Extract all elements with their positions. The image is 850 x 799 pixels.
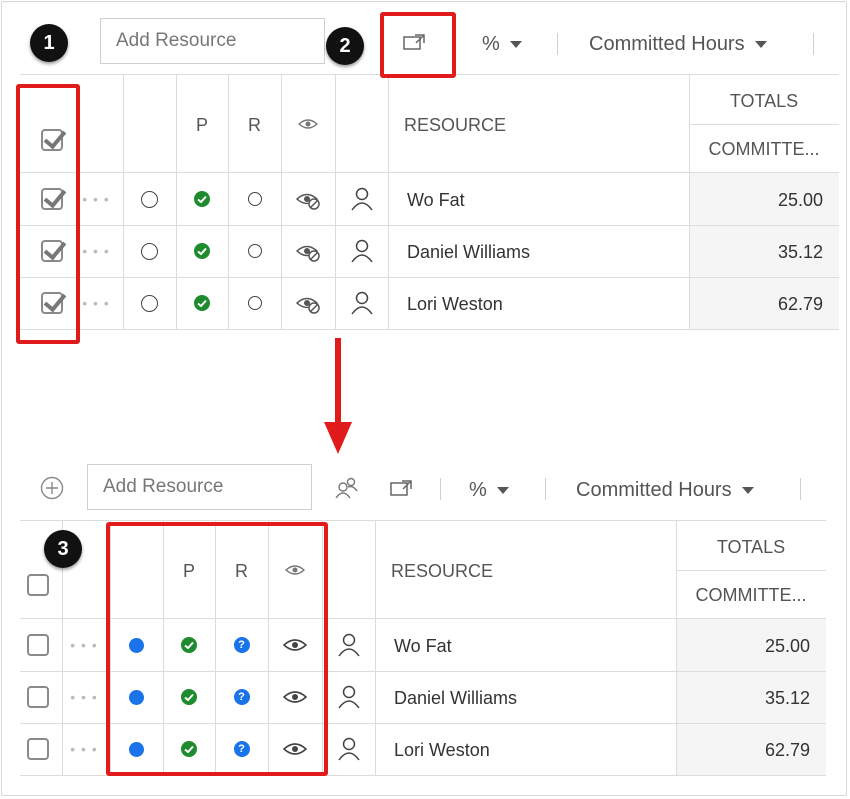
column-header-totals: TOTALS bbox=[716, 536, 786, 557]
grid-line bbox=[20, 329, 839, 330]
callout-badge-1: 1 bbox=[30, 24, 68, 62]
resource-name[interactable]: Wo Fat bbox=[407, 187, 677, 213]
column-header-committed[interactable]: COMMITTE... bbox=[689, 136, 839, 162]
column-header-p[interactable]: P bbox=[176, 110, 228, 140]
grid-line bbox=[20, 225, 839, 226]
drag-handle-icon[interactable]: • • • bbox=[64, 685, 104, 709]
chevron-down-icon bbox=[509, 40, 522, 48]
highlight-box-export bbox=[380, 12, 456, 78]
drag-handle-icon[interactable]: • • • bbox=[76, 291, 116, 315]
drag-handle-icon[interactable]: • • • bbox=[76, 187, 116, 211]
export-icon[interactable] bbox=[390, 479, 414, 502]
row-radio[interactable] bbox=[123, 291, 176, 315]
grid-line bbox=[689, 124, 839, 125]
user-icon bbox=[335, 289, 388, 317]
percent-dropdown[interactable]: % bbox=[469, 478, 509, 502]
chevron-down-icon bbox=[754, 40, 767, 48]
eye-hidden-icon[interactable] bbox=[281, 291, 335, 317]
grid-line bbox=[676, 570, 826, 571]
grid-line bbox=[375, 520, 376, 776]
toolbar-divider bbox=[440, 478, 441, 500]
row-radio[interactable] bbox=[123, 187, 176, 211]
row-radio-r[interactable] bbox=[228, 291, 281, 315]
column-header-resource[interactable]: RESOURCE bbox=[404, 110, 514, 140]
committed-value[interactable]: 25.00 bbox=[676, 633, 810, 659]
grid-line bbox=[20, 277, 839, 278]
user-icon bbox=[322, 631, 375, 659]
toolbar-divider bbox=[800, 478, 801, 500]
row-checkbox[interactable] bbox=[27, 686, 49, 708]
row-radio-r[interactable] bbox=[228, 187, 281, 211]
drag-handle-icon[interactable]: • • • bbox=[64, 633, 104, 657]
chevron-down-icon bbox=[741, 486, 754, 494]
resource-name[interactable]: Daniel Williams bbox=[407, 239, 677, 265]
check-circle-icon[interactable] bbox=[176, 239, 228, 263]
column-header-totals: TOTALS bbox=[729, 90, 799, 111]
view-label: Committed Hours bbox=[576, 478, 732, 501]
user-icon bbox=[322, 735, 375, 763]
percent-label: % bbox=[482, 32, 500, 55]
view-dropdown[interactable]: Committed Hours bbox=[576, 478, 754, 502]
committed-value[interactable]: 35.12 bbox=[689, 239, 823, 265]
percent-dropdown[interactable]: % bbox=[482, 32, 522, 56]
percent-label: % bbox=[469, 478, 487, 501]
add-resource-placeholder: Add Resource bbox=[116, 30, 237, 51]
toolbar-divider bbox=[813, 33, 814, 55]
callout-badge-2: 2 bbox=[326, 27, 364, 65]
highlight-box-status-columns bbox=[106, 522, 328, 776]
row-checkbox[interactable] bbox=[27, 738, 49, 760]
add-resource-placeholder: Add Resource bbox=[103, 476, 224, 497]
select-all-checkbox[interactable] bbox=[27, 574, 49, 596]
eye-hidden-icon[interactable] bbox=[281, 239, 335, 265]
down-arrow-icon bbox=[322, 338, 354, 461]
row-radio-r[interactable] bbox=[228, 239, 281, 263]
chevron-down-icon bbox=[496, 486, 509, 494]
column-header-resource[interactable]: RESOURCE bbox=[391, 556, 501, 586]
add-resource-input[interactable]: Add Resource bbox=[87, 464, 312, 510]
add-circle-icon[interactable] bbox=[40, 476, 64, 505]
column-header-committed[interactable]: COMMITTE... bbox=[676, 582, 826, 608]
grid-line bbox=[20, 520, 826, 521]
resource-name[interactable]: Lori Weston bbox=[407, 291, 677, 317]
committed-value[interactable]: 62.79 bbox=[689, 291, 823, 317]
column-header-r[interactable]: R bbox=[228, 110, 281, 140]
resource-name[interactable]: Daniel Williams bbox=[394, 685, 664, 711]
eye-hidden-icon[interactable] bbox=[281, 187, 335, 213]
toolbar-divider bbox=[557, 33, 558, 55]
highlight-box-checkboxes bbox=[16, 84, 80, 344]
committed-value[interactable]: 35.12 bbox=[676, 685, 810, 711]
user-icon bbox=[335, 185, 388, 213]
row-radio[interactable] bbox=[123, 239, 176, 263]
callout-badge-3: 3 bbox=[44, 530, 82, 568]
grid-line bbox=[388, 74, 389, 330]
check-circle-icon[interactable] bbox=[176, 187, 228, 211]
grid-line bbox=[20, 172, 839, 173]
drag-handle-icon[interactable]: • • • bbox=[76, 239, 116, 263]
toolbar-divider bbox=[545, 478, 546, 500]
add-resource-input[interactable]: Add Resource bbox=[100, 18, 325, 64]
committed-value[interactable]: 62.79 bbox=[676, 737, 810, 763]
users-icon[interactable] bbox=[334, 476, 360, 505]
check-circle-icon[interactable] bbox=[176, 291, 228, 315]
view-label: Committed Hours bbox=[589, 32, 745, 55]
row-checkbox[interactable] bbox=[27, 634, 49, 656]
resource-name[interactable]: Wo Fat bbox=[394, 633, 664, 659]
drag-handle-icon[interactable]: • • • bbox=[64, 737, 104, 761]
resource-name[interactable]: Lori Weston bbox=[394, 737, 664, 763]
user-icon bbox=[335, 237, 388, 265]
eye-icon[interactable] bbox=[281, 112, 335, 136]
view-dropdown[interactable]: Committed Hours bbox=[589, 32, 767, 56]
committed-value[interactable]: 25.00 bbox=[689, 187, 823, 213]
user-icon bbox=[322, 683, 375, 711]
